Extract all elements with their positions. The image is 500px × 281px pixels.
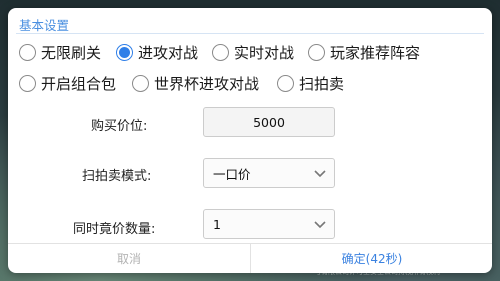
mode-radio-label: 扫拍卖 (299, 75, 345, 93)
radio-circle-icon (19, 75, 36, 92)
mode-radio-auction-sweep[interactable]: 扫拍卖 (277, 73, 344, 94)
auction-mode-select[interactable]: 一口价 (203, 158, 335, 188)
radio-circle-icon (212, 44, 229, 61)
mode-radio-label: 世界杯进攻对战 (154, 75, 260, 93)
buy-price-value: 5000 (253, 114, 285, 130)
radio-circle-icon (19, 44, 36, 61)
mode-radio-attack-battle[interactable]: 进攻对战 (116, 42, 198, 63)
bid-count-select[interactable]: 1 (203, 209, 335, 239)
bid-count-value: 1 (213, 216, 221, 232)
mode-radio-realtime-battle[interactable]: 实时对战 (212, 42, 294, 63)
radio-checked-icon (116, 44, 133, 61)
mode-radio-label: 玩家推荐阵容 (330, 44, 421, 62)
mode-radio-label: 进攻对战 (138, 44, 199, 62)
cancel-button[interactable]: 取消 (8, 244, 250, 273)
settings-dialog: 基本设置 无限刷关 进攻对战 实时对战 玩家推荐阵容 开启组合包 世界杯进攻对战… (8, 8, 492, 273)
mode-radio-recommended-lineup[interactable]: 玩家推荐阵容 (308, 42, 420, 63)
title-divider (16, 33, 484, 34)
dialog-title: 基本设置 (19, 18, 70, 33)
mode-radio-label: 无限刷关 (41, 44, 102, 62)
auction-mode-label: 扫拍卖模式: (82, 169, 152, 184)
chevron-down-icon (314, 221, 326, 229)
radio-circle-icon (277, 75, 294, 92)
mode-radio-label: 实时对战 (234, 44, 295, 62)
auction-mode-value: 一口价 (213, 166, 251, 182)
mode-radio-worldcup-attack[interactable]: 世界杯进攻对战 (132, 73, 259, 94)
buy-price-input[interactable]: 5000 (203, 107, 335, 137)
buy-price-label: 购买价位: (91, 119, 148, 134)
chevron-down-icon (314, 170, 326, 178)
mode-radio-combo-pack[interactable]: 开启组合包 (19, 73, 116, 94)
mode-radio-endless-refresh[interactable]: 无限刷关 (19, 42, 101, 63)
mode-radio-label: 开启组合包 (41, 75, 117, 93)
radio-circle-icon (308, 44, 325, 61)
radio-circle-icon (132, 75, 149, 92)
bid-count-label: 同时竟价数量: (73, 222, 156, 237)
confirm-button[interactable]: 确定(42秒) (251, 244, 492, 273)
